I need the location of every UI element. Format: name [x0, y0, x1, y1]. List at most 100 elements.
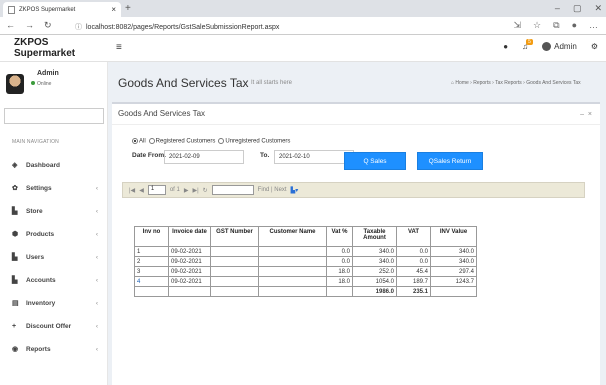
dashboard-icon: ◈	[12, 162, 18, 169]
breadcrumb-reports[interactable]: Reports	[473, 80, 491, 86]
sales-button[interactable]: Q Sales	[344, 152, 406, 170]
date-from-input[interactable]: 2021-02-09	[164, 150, 244, 164]
chevron-left-icon: ‹	[95, 276, 98, 284]
new-tab-icon[interactable]: +	[125, 3, 131, 14]
sidebar: Admin Online MAIN NAVIGATION ◈ Dashboard …	[0, 62, 108, 385]
reload-icon[interactable]: ↻	[44, 20, 52, 31]
col-customer-name: Customer Name	[258, 226, 327, 247]
breadcrumb-home[interactable]: Home	[455, 80, 468, 86]
page-icon	[8, 5, 15, 14]
radio-all[interactable]: All	[132, 138, 146, 145]
tab-title: ZKPOS Supermarket	[19, 6, 76, 13]
url-text: localhost:8082/pages/Reports/GstSaleSubm…	[86, 24, 280, 31]
cell-vat: 0.0	[396, 256, 431, 267]
store-icon: ▙	[12, 208, 18, 215]
info-icon: ⓘ	[75, 24, 82, 31]
back-icon[interactable]: ←	[6, 20, 15, 31]
prev-page-icon[interactable]: ◀	[139, 187, 144, 194]
minimize-icon[interactable]: –	[555, 3, 560, 14]
sidebar-item-users[interactable]: ▙ Users ‹	[0, 247, 108, 267]
table-total-row: 1986.0 235.1	[134, 286, 477, 297]
profile-icon[interactable]: ●	[572, 20, 577, 31]
gear-icon: ✿	[12, 185, 18, 192]
cell-customer	[258, 266, 327, 277]
cell-inv-no: 1	[134, 246, 169, 257]
remove-icon[interactable]: ×	[588, 111, 592, 118]
top-navbar: ≡ ● ♫ 5 Admin ⚙	[108, 35, 606, 62]
cell-date: 09-02-2021	[168, 256, 211, 267]
sidebar-item-inventory[interactable]: ▤ Inventory ‹	[0, 293, 108, 313]
cell-inv-no[interactable]: 4	[134, 276, 169, 287]
report-box: Goods And Services Tax – × All Registere…	[112, 102, 600, 385]
breadcrumb-tax-reports[interactable]: Tax Reports	[495, 80, 522, 86]
total-empty	[134, 286, 169, 297]
url-field[interactable]: ⓘ localhost:8082/pages/Reports/GstSaleSub…	[75, 22, 279, 32]
reader-icon[interactable]: ⇲	[514, 20, 522, 31]
chevron-left-icon: ‹	[95, 184, 98, 192]
window-controls: – ▢ ✕	[555, 3, 602, 14]
sidebar-item-reports[interactable]: ◉ Reports ‹	[0, 339, 108, 359]
export-icon[interactable]: ▙▾	[291, 187, 299, 194]
date-to-input[interactable]: 2021-02-10	[274, 150, 354, 164]
cell-taxable: 340.0	[352, 246, 397, 257]
chevron-left-icon: ‹	[95, 207, 98, 215]
browser-actions: ⇲ ☆ ⧉ ● …	[514, 20, 599, 31]
reports-icon: ◉	[12, 346, 19, 353]
breadcrumb: ⌂ Home › Reports › Tax Reports › Goods A…	[451, 80, 581, 86]
sidebar-item-label: Users	[26, 253, 45, 261]
chevron-left-icon: ‹	[95, 345, 98, 353]
browser-tab[interactable]: ZKPOS Supermarket ×	[3, 2, 121, 17]
sidebar-item-accounts[interactable]: ▙ Accounts ‹	[0, 270, 108, 290]
gst-report-table: Inv no Invoice date GST Number Customer …	[134, 226, 477, 297]
cell-inv-value: 340.0	[430, 246, 477, 257]
find-input[interactable]	[211, 185, 254, 195]
cell-inv-no: 3	[134, 266, 169, 277]
sales-return-button[interactable]: QSales Return	[417, 152, 483, 170]
sidebar-item-store[interactable]: ▙ Store ‹	[0, 201, 108, 221]
total-empty	[168, 286, 211, 297]
cell-vat-percent: 0.0	[326, 246, 353, 257]
col-vat: VAT	[396, 226, 431, 247]
collapse-icon[interactable]: –	[580, 111, 584, 118]
bell-icon[interactable]: ♫ 5	[522, 39, 533, 51]
sidebar-item-label: Inventory	[26, 299, 56, 307]
close-window-icon[interactable]: ✕	[594, 3, 602, 14]
settings-gear-icon[interactable]: ⚙	[591, 42, 598, 51]
cell-gst	[210, 256, 259, 267]
more-icon[interactable]: …	[589, 20, 598, 31]
collections-icon[interactable]: ⧉	[553, 20, 559, 31]
sidebar-item-products[interactable]: ⬢ Products ‹	[0, 224, 108, 244]
last-page-icon[interactable]: ▶|	[192, 187, 198, 194]
next-page-icon[interactable]: ▶	[184, 187, 189, 194]
close-tab-icon[interactable]: ×	[111, 5, 116, 14]
first-page-icon[interactable]: |◀	[129, 187, 135, 194]
sidebar-item-settings[interactable]: ✿ Settings ‹	[0, 178, 108, 198]
chevron-left-icon: ‹	[95, 299, 98, 307]
app-logo[interactable]: ZKPOS Supermarket	[0, 35, 108, 62]
maximize-icon[interactable]: ▢	[573, 3, 582, 14]
favorite-icon[interactable]: ☆	[533, 20, 541, 31]
cell-vat-percent: 0.0	[326, 256, 353, 267]
table-header-row: Inv no Invoice date GST Number Customer …	[134, 226, 477, 247]
page-number-input[interactable]: 1	[147, 185, 166, 195]
info-circle-icon[interactable]: ●	[503, 42, 508, 51]
sidebar-search-input[interactable]	[4, 108, 104, 124]
cell-vat: 45.4	[396, 266, 431, 277]
radio-registered[interactable]: Registered Customers	[148, 138, 215, 145]
accounts-icon: ▙	[12, 277, 18, 284]
forward-icon[interactable]: →	[25, 20, 34, 31]
menu-toggle-icon[interactable]: ≡	[116, 42, 122, 53]
user-avatar	[6, 74, 24, 94]
users-icon: ▙	[12, 254, 18, 261]
notification-badge: 5	[526, 39, 533, 46]
find-next-link[interactable]: Find | Next	[258, 187, 287, 193]
col-invoice-date: Invoice date	[168, 226, 211, 247]
col-taxable-amount: Taxable Amount	[352, 226, 397, 247]
sidebar-item-discount-offer[interactable]: + Discount Offer ‹	[0, 316, 108, 336]
cell-gst	[210, 246, 259, 257]
refresh-icon[interactable]: ↻	[203, 187, 208, 194]
radio-unregistered[interactable]: Unregistered Customers	[218, 138, 290, 145]
user-menu[interactable]: Admin	[542, 42, 577, 52]
sidebar-item-dashboard[interactable]: ◈ Dashboard	[0, 155, 108, 175]
sidebar-item-label: Accounts	[26, 276, 56, 284]
